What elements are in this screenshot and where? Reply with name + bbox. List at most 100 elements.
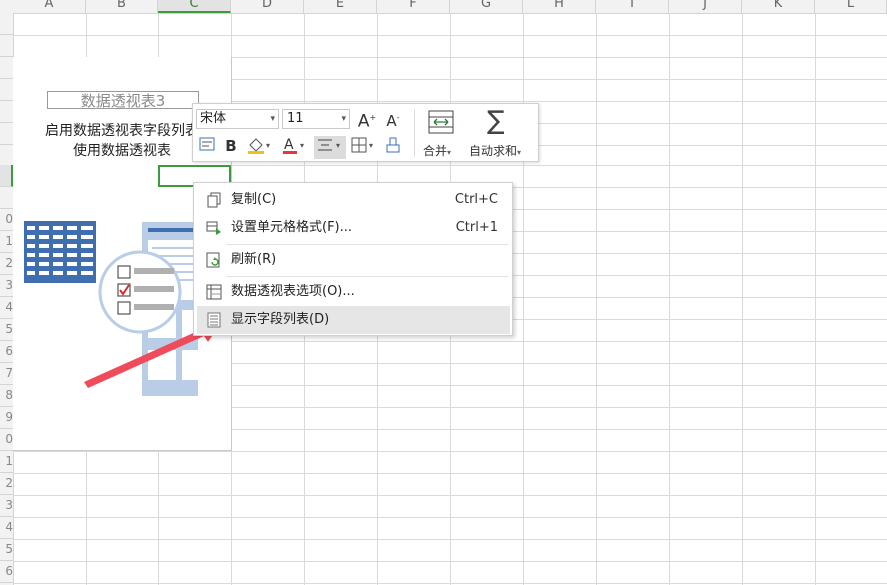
grid-line bbox=[742, 13, 743, 585]
toolbar-separator bbox=[414, 109, 415, 157]
menu-item-copy[interactable]: 复制(C) Ctrl+C bbox=[197, 186, 510, 214]
column-header-d[interactable]: D bbox=[231, 0, 304, 13]
row-header[interactable]: 6 bbox=[0, 561, 13, 583]
menu-item-show-field-list[interactable]: 显示字段列表(D) bbox=[197, 306, 510, 334]
grid-line bbox=[13, 561, 887, 562]
field-list-icon bbox=[207, 312, 221, 328]
grid-line bbox=[596, 13, 597, 585]
grid-line bbox=[13, 473, 887, 474]
merge-label: 合并 bbox=[423, 144, 448, 158]
grid-line bbox=[669, 13, 670, 585]
svg-text:▾: ▾ bbox=[266, 141, 270, 150]
row-header[interactable] bbox=[0, 57, 13, 79]
svg-text:▾: ▾ bbox=[300, 141, 304, 150]
merge-button[interactable]: 合并▾ bbox=[419, 106, 463, 160]
clear-format-button[interactable] bbox=[383, 136, 403, 159]
column-header-g[interactable]: G bbox=[450, 0, 523, 13]
grow-font-icon: A bbox=[357, 111, 370, 132]
row-header[interactable]: 1 bbox=[0, 231, 13, 253]
font-size-value: 11 bbox=[287, 111, 304, 126]
row-header[interactable]: 9 bbox=[0, 407, 13, 429]
align-center-button[interactable]: ▾ bbox=[314, 136, 346, 159]
menu-item-refresh[interactable]: 刷新(R) bbox=[197, 246, 510, 274]
column-header-c[interactable]: C bbox=[158, 0, 231, 13]
copy-icon bbox=[207, 192, 221, 208]
mini-toolbar: 宋体 ▾ 11 ▾ A+ A- B ▾ A ▾ ▾ ▾ 合并▾ ∑ 自动求和▾ bbox=[192, 103, 539, 162]
grid-line bbox=[13, 539, 887, 540]
column-header-a[interactable]: A bbox=[13, 0, 86, 13]
row-header[interactable]: 0 bbox=[0, 429, 13, 451]
row-header[interactable] bbox=[0, 145, 13, 167]
shrink-font-button[interactable]: A- bbox=[383, 108, 403, 131]
grid-line bbox=[13, 517, 887, 518]
font-name-value: 宋体 bbox=[200, 111, 227, 126]
grid-line bbox=[523, 13, 524, 585]
grid-line bbox=[13, 583, 887, 584]
grid-line bbox=[815, 13, 816, 585]
spreadsheet-grid[interactable]: A B C D E F G H I J K L 0 1 2 3 4 5 6 7 … bbox=[0, 0, 887, 585]
font-size-select[interactable]: 11 ▾ bbox=[282, 109, 350, 129]
row-header[interactable]: 0 bbox=[0, 209, 13, 231]
row-header[interactable]: 3 bbox=[0, 275, 13, 297]
row-header[interactable] bbox=[0, 79, 13, 101]
svg-text:A: A bbox=[284, 137, 294, 153]
align-center-icon: ▾ bbox=[318, 139, 340, 151]
menu-separator bbox=[226, 276, 508, 277]
row-header[interactable]: 5 bbox=[0, 539, 13, 561]
row-header[interactable]: 4 bbox=[0, 297, 13, 319]
autosum-button[interactable]: ∑ 自动求和▾ bbox=[467, 106, 535, 160]
bold-button[interactable]: B bbox=[222, 136, 240, 156]
fill-color-button[interactable]: ▾ bbox=[245, 136, 275, 159]
row-header[interactable]: 8 bbox=[0, 385, 13, 407]
borders-icon: ▾ bbox=[351, 137, 373, 153]
grow-font-button[interactable]: A+ bbox=[357, 108, 377, 132]
row-header[interactable]: 6 bbox=[0, 341, 13, 363]
row-header[interactable]: 4 bbox=[0, 517, 13, 539]
refresh-icon bbox=[206, 252, 220, 268]
row-header[interactable]: 2 bbox=[0, 473, 13, 495]
row-header[interactable]: 1 bbox=[0, 451, 13, 473]
menu-item-label: 数据透视表选项(O)... bbox=[231, 284, 355, 299]
pivot-options-icon bbox=[206, 284, 222, 300]
svg-text:▾: ▾ bbox=[369, 141, 373, 150]
wrap-text-icon bbox=[199, 137, 215, 151]
merge-cells-icon bbox=[428, 110, 454, 134]
row-header[interactable] bbox=[0, 101, 13, 123]
column-header-e[interactable]: E bbox=[304, 0, 377, 13]
svg-text:▾: ▾ bbox=[336, 141, 340, 150]
row-header[interactable]: 3 bbox=[0, 495, 13, 517]
grid-line bbox=[13, 495, 887, 496]
column-header-j[interactable]: J bbox=[669, 0, 742, 13]
menu-item-pivot-options[interactable]: 数据透视表选项(O)... bbox=[197, 278, 510, 306]
row-header[interactable] bbox=[0, 35, 13, 57]
chevron-down-icon: ▾ bbox=[270, 114, 275, 124]
grid-line bbox=[13, 35, 887, 36]
row-header[interactable] bbox=[0, 187, 13, 209]
row-header[interactable]: 5 bbox=[0, 319, 13, 341]
borders-button[interactable]: ▾ bbox=[350, 136, 378, 159]
row-header[interactable] bbox=[0, 13, 13, 35]
row-header[interactable]: 2 bbox=[0, 253, 13, 275]
menu-item-format-cells[interactable]: 设置单元格格式(F)... Ctrl+1 bbox=[197, 214, 510, 242]
menu-item-shortcut: Ctrl+C bbox=[454, 192, 498, 207]
column-header-l[interactable]: L bbox=[815, 0, 887, 13]
column-header-k[interactable]: K bbox=[742, 0, 815, 13]
column-header-b[interactable]: B bbox=[86, 0, 158, 13]
pivot-table-title: 数据透视表3 bbox=[47, 91, 199, 110]
font-name-select[interactable]: 宋体 ▾ bbox=[196, 109, 279, 129]
font-color-button[interactable]: A ▾ bbox=[281, 136, 309, 159]
menu-item-label: 显示字段列表(D) bbox=[231, 312, 330, 327]
column-header-i[interactable]: I bbox=[596, 0, 669, 13]
row-header[interactable]: 7 bbox=[0, 363, 13, 385]
format-painter-button[interactable] bbox=[197, 136, 217, 157]
menu-item-shortcut: Ctrl+1 bbox=[455, 220, 498, 235]
autosum-label: 自动求和 bbox=[469, 144, 518, 158]
row-header[interactable] bbox=[0, 123, 13, 145]
column-header-h[interactable]: H bbox=[523, 0, 596, 13]
fill-color-icon: ▾ bbox=[248, 138, 270, 154]
row-header-selected[interactable] bbox=[0, 165, 13, 187]
column-header-f[interactable]: F bbox=[377, 0, 450, 13]
sigma-icon: ∑ bbox=[487, 106, 505, 136]
format-cells-icon bbox=[206, 221, 221, 235]
menu-separator bbox=[226, 244, 508, 245]
